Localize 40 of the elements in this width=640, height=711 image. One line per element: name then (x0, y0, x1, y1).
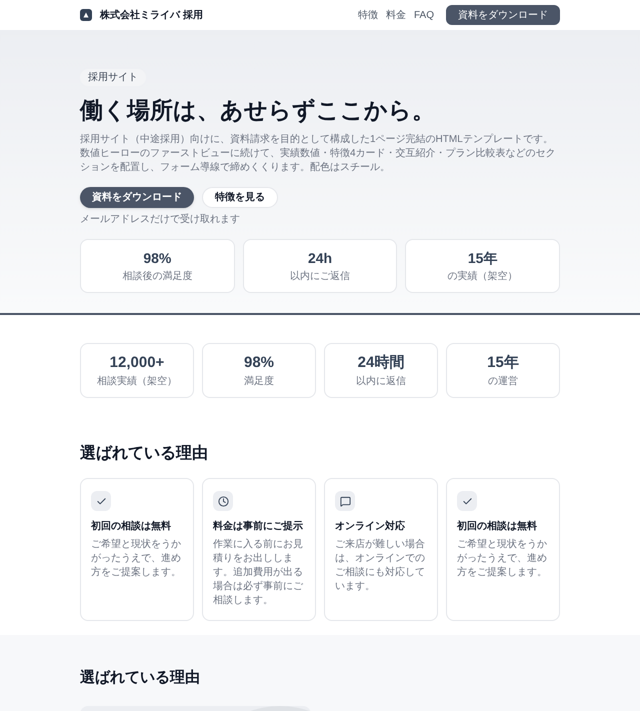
stat-label: 相談後の満足度 (122, 270, 192, 284)
secondary-button[interactable]: 特徴を見る (202, 186, 278, 208)
stat-value: 12,000+ (110, 352, 164, 373)
stat-label: 以内にご返信 (290, 270, 350, 284)
stat-label: の運営 (488, 374, 518, 390)
feature-text: ご希望と現状をうかがったうえで、進め方をご提案します。 (457, 538, 548, 580)
stat-label: 満足度 (244, 374, 274, 390)
hero-note: メールアドレスだけで受け取れます (80, 212, 241, 227)
stat-value: 15年 (487, 352, 519, 373)
nav-link[interactable]: FAQ (414, 8, 434, 22)
download-button[interactable]: 資料をダウンロード (446, 5, 560, 25)
stat-label: の実績（架空） (448, 270, 518, 284)
check-icon (91, 491, 111, 512)
feature-title: 料金は事前にご提示 (213, 520, 304, 534)
brand-name: 株式会社ミライバ 採用 (100, 8, 203, 22)
nav-link[interactable]: 特徴 (358, 8, 378, 22)
section-title: 選ばれている理由 (80, 668, 201, 688)
stat-value: 24h (308, 248, 332, 268)
section-title: 選ばれている理由 (80, 444, 209, 464)
hero-badge: 採用サイト (80, 69, 146, 86)
hero-title: 働く場所は、あせらずここから。 (80, 96, 436, 125)
feature-text: ご来店が難しい場合は、オンラインでのご相談にも対応しています。 (335, 538, 426, 594)
feature-title: 初回の相談は無料 (457, 519, 538, 534)
stat-label: 相談実績（架空） (97, 374, 177, 390)
feature-text: ご希望と現状をうかがったうえで、進め方をご提案します。 (91, 538, 182, 580)
feature-title: 初回の相談は無料 (91, 519, 172, 534)
stat-value: 15年 (468, 248, 498, 268)
feature-title: オンライン対応 (335, 519, 406, 534)
check-icon (457, 491, 477, 512)
nav-link[interactable]: 料金 (386, 8, 406, 22)
stat-value: 24時間 (358, 352, 404, 373)
primary-button[interactable]: 資料をダウンロード (80, 186, 194, 208)
hero-lead: 採用サイト（中途採用）向けに、資料請求を目的として構成した1ページ完結のHTMLテンプレートです。数値ヒーローのファーストビューに続けて、実績数値・特徴4カード・交互紹介・プラン比較表などのセクションを配置し、フォーム導線で締めくくります。配色はスチール。 (80, 132, 557, 175)
logo-icon (80, 9, 92, 21)
stat-value: 98% (244, 352, 274, 373)
feature-text: 作業に入る前にお見積りをお出しします。追加費用が出る場合は必ず事前にご相談します。 (213, 538, 304, 608)
clock-icon (213, 491, 233, 512)
chat-bubble-icon (335, 491, 355, 512)
stat-value: 98% (143, 248, 172, 268)
stat-label: 以内に返信 (356, 374, 406, 390)
